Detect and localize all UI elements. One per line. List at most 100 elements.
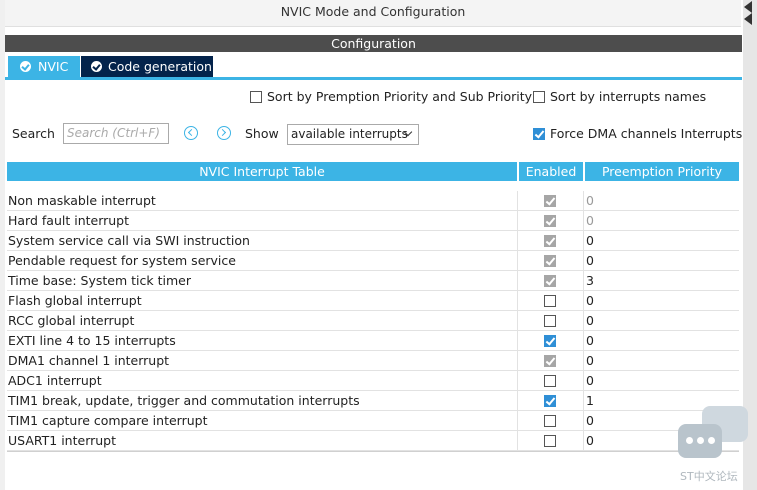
interrupt-name: Time base: System tick timer	[8, 273, 191, 288]
table-row[interactable]: Pendable request for system service 0	[7, 251, 739, 271]
column-separator	[583, 411, 584, 431]
table-divider	[7, 451, 739, 452]
check-circle-icon	[91, 61, 102, 72]
tab-label: NVIC	[38, 59, 69, 74]
table-row[interactable]: EXTI line 4 to 15 interrupts 0	[7, 331, 739, 351]
preemption-priority-value[interactable]: 0	[586, 293, 594, 308]
forum-watermark: ST中文论坛	[676, 406, 750, 488]
force-dma-checkbox[interactable]	[533, 128, 545, 140]
column-separator	[583, 271, 584, 291]
interrupt-name: DMA1 channel 1 interrupt	[8, 353, 170, 368]
preemption-priority-value[interactable]: 0	[586, 193, 594, 208]
column-separator	[583, 251, 584, 271]
search-label: Search	[12, 126, 55, 141]
window-title: NVIC Mode and Configuration	[5, 0, 741, 27]
table-row[interactable]: Non maskable interrupt 0	[7, 191, 739, 211]
interrupt-name: TIM1 break, update, trigger and commutat…	[8, 393, 360, 408]
column-separator	[583, 291, 584, 311]
bubble-dot	[697, 437, 704, 444]
sort-premption-checkbox[interactable]	[250, 91, 262, 103]
enabled-checkbox[interactable]	[544, 435, 556, 447]
column-separator	[517, 331, 518, 351]
column-separator	[517, 351, 518, 371]
enabled-checkbox[interactable]	[544, 375, 556, 387]
preemption-priority-value[interactable]: 3	[586, 273, 594, 288]
preemption-priority-value[interactable]: 0	[586, 213, 594, 228]
table-row[interactable]: Flash global interrupt 0	[7, 291, 739, 311]
table-row[interactable]: Hard fault interrupt 0	[7, 211, 739, 231]
column-separator	[517, 231, 518, 251]
search-previous-icon[interactable]	[184, 126, 198, 140]
interrupt-name: Pendable request for system service	[8, 253, 236, 268]
collapse-arrow-icon[interactable]	[744, 13, 752, 25]
tab-nvic[interactable]: NVIC	[8, 56, 80, 77]
column-separator	[583, 431, 584, 451]
table-row[interactable]: System service call via SWI instruction 0	[7, 231, 739, 251]
enabled-checkbox	[544, 215, 556, 227]
show-filter-select[interactable]: available interrupts	[287, 124, 419, 145]
column-separator	[583, 191, 584, 211]
enabled-checkbox[interactable]	[544, 335, 556, 347]
enabled-checkbox	[544, 255, 556, 267]
column-header-preemption-priority[interactable]: Preemption Priority	[585, 162, 739, 181]
interrupt-name: TIM1 capture compare interrupt	[8, 413, 208, 428]
enabled-checkbox[interactable]	[544, 295, 556, 307]
collapse-arrow-icon[interactable]	[744, 1, 752, 13]
column-separator	[517, 291, 518, 311]
table-row[interactable]: DMA1 channel 1 interrupt 0	[7, 351, 739, 371]
bubble-dot	[686, 437, 693, 444]
preemption-priority-value[interactable]: 0	[586, 373, 594, 388]
search-input[interactable]: Search (Ctrl+F)	[63, 123, 169, 144]
sort-premption-label: Sort by Premption Priority and Sub Prior…	[267, 89, 533, 104]
search-next-icon[interactable]	[217, 126, 231, 140]
enabled-checkbox	[544, 275, 556, 287]
preemption-priority-value[interactable]: 1	[586, 393, 594, 408]
preemption-priority-value[interactable]: 0	[586, 233, 594, 248]
preemption-priority-value[interactable]: 0	[586, 313, 594, 328]
table-row[interactable]: ADC1 interrupt 0	[7, 371, 739, 391]
preemption-priority-value[interactable]: 0	[586, 333, 594, 348]
column-separator	[583, 311, 584, 331]
interrupt-name: ADC1 interrupt	[8, 373, 102, 388]
column-header-interrupt-table[interactable]: NVIC Interrupt Table	[7, 162, 517, 181]
tab-code-generation[interactable]: Code generation	[81, 56, 213, 77]
sort-names-checkbox[interactable]	[533, 91, 545, 103]
interrupt-name: System service call via SWI instruction	[8, 233, 250, 248]
show-filter-value: available interrupts	[291, 127, 408, 141]
table-row[interactable]: TIM1 break, update, trigger and commutat…	[7, 391, 739, 411]
preemption-priority-value[interactable]: 0	[586, 253, 594, 268]
enabled-checkbox[interactable]	[544, 395, 556, 407]
preemption-priority-value[interactable]: 0	[586, 353, 594, 368]
table-row[interactable]: Time base: System tick timer 3	[7, 271, 739, 291]
table-row[interactable]: USART1 interrupt 0	[7, 431, 739, 451]
interrupt-name: Flash global interrupt	[8, 293, 142, 308]
column-separator	[517, 371, 518, 391]
column-header-enabled[interactable]: Enabled	[519, 162, 583, 181]
column-separator	[583, 371, 584, 391]
interrupt-name: Non maskable interrupt	[8, 193, 156, 208]
enabled-checkbox	[544, 235, 556, 247]
column-separator	[517, 311, 518, 331]
column-separator	[517, 431, 518, 451]
preemption-priority-value[interactable]: 0	[586, 433, 594, 448]
preemption-priority-value[interactable]: 0	[586, 413, 594, 428]
column-separator	[583, 231, 584, 251]
column-separator	[517, 271, 518, 291]
column-separator	[583, 211, 584, 231]
table-row[interactable]: TIM1 capture compare interrupt 0	[7, 411, 739, 431]
tab-bar: NVIC Code generation	[5, 56, 742, 80]
column-separator	[517, 391, 518, 411]
interrupt-table: Non maskable interrupt 0 Hard fault interr…	[7, 191, 739, 451]
bubble-dot	[708, 437, 715, 444]
force-dma-label: Force DMA channels Interrupts	[550, 126, 743, 141]
enabled-checkbox[interactable]	[544, 315, 556, 327]
table-row[interactable]: RCC global interrupt 0	[7, 311, 739, 331]
interrupt-name: Hard fault interrupt	[8, 213, 130, 228]
enabled-checkbox	[544, 355, 556, 367]
enabled-checkbox[interactable]	[544, 415, 556, 427]
column-separator	[517, 191, 518, 211]
column-separator	[583, 331, 584, 351]
column-separator	[517, 251, 518, 271]
watermark-text: ST中文论坛	[680, 470, 738, 483]
column-separator	[517, 411, 518, 431]
